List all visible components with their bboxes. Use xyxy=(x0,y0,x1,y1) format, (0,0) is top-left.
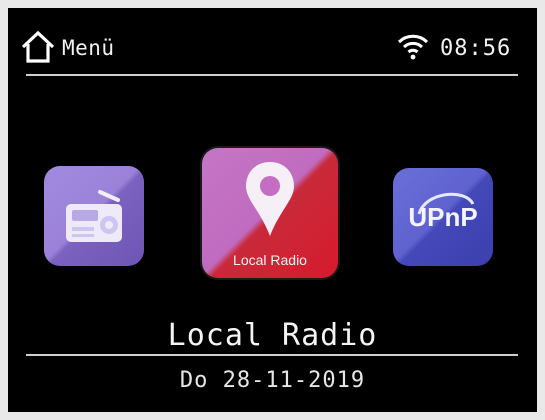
status-bar: Menü 08:56 xyxy=(8,8,537,78)
wifi-icon xyxy=(397,34,429,60)
radio-icon xyxy=(66,190,122,242)
internet-radio-tile[interactable] xyxy=(44,166,144,266)
upnp-tile[interactable]: UPnP xyxy=(393,168,493,266)
date-display: Do 28-11-2019 xyxy=(179,368,366,393)
clock-time: 08:56 xyxy=(440,36,512,61)
local-radio-tile-label: Local Radio xyxy=(233,252,307,268)
upnp-icon: UPnP xyxy=(408,201,478,232)
device-screen: Menü 08:56 Local Radio UPnP Local Radio … xyxy=(8,8,537,412)
home-icon[interactable] xyxy=(20,30,56,64)
selected-source-label: Local Radio xyxy=(167,318,378,353)
map-pin-icon xyxy=(246,162,294,236)
footer-divider xyxy=(26,354,518,356)
source-carousel: Local Radio UPnP xyxy=(8,128,537,328)
local-radio-tile[interactable]: Local Radio xyxy=(202,148,338,278)
header-divider xyxy=(26,74,518,76)
menu-label[interactable]: Menü xyxy=(62,36,115,60)
